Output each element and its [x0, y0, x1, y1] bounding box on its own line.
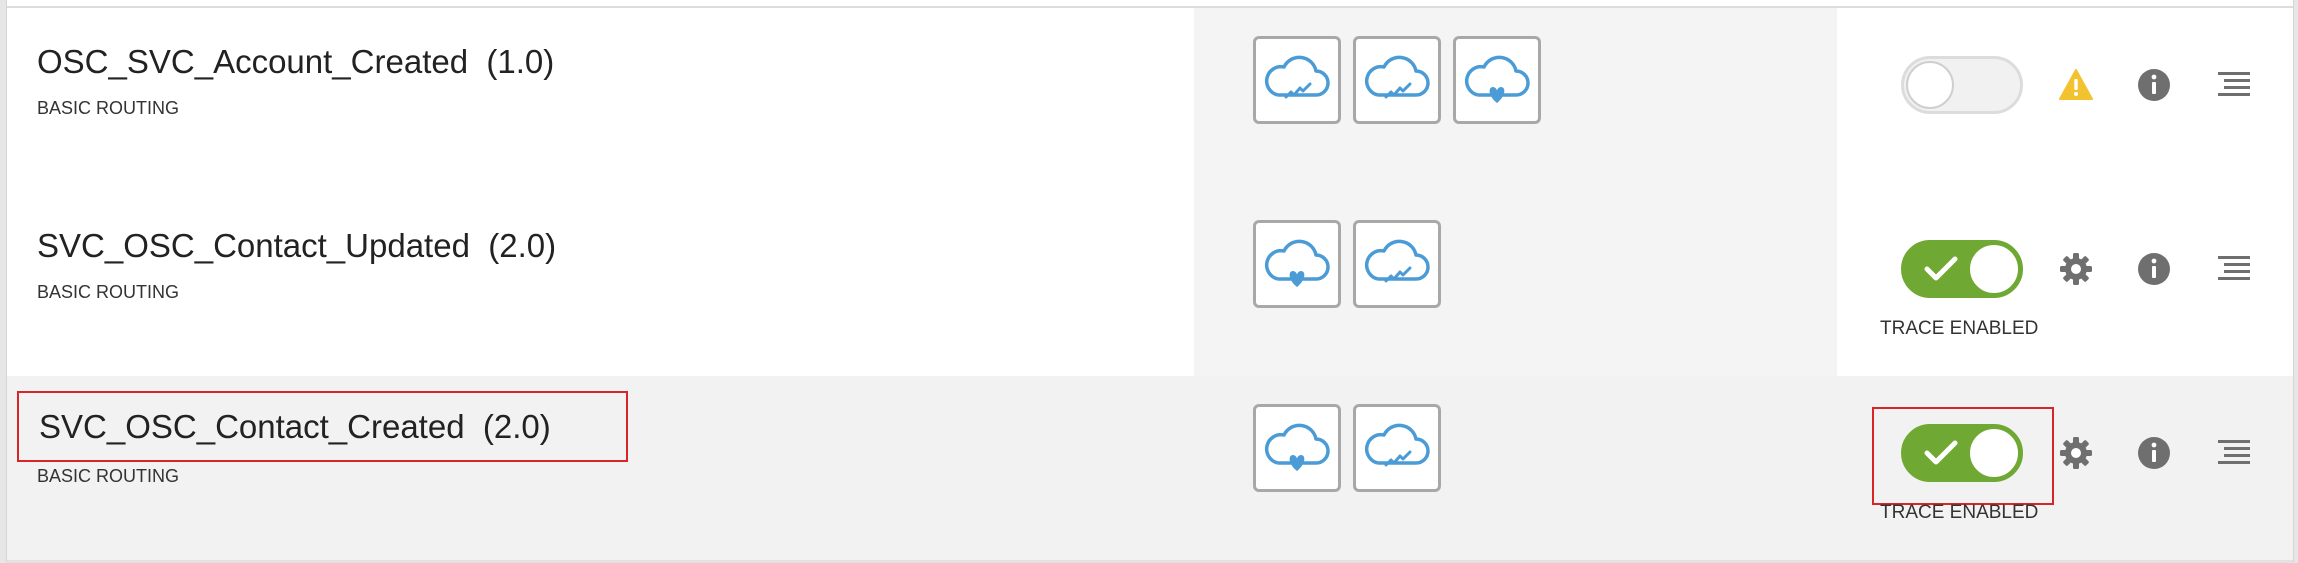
- warning-icon[interactable]: [2057, 66, 2095, 104]
- integration-row[interactable]: OSC_SVC_Account_Created (1.0) BASIC ROUT…: [7, 8, 2293, 195]
- gear-icon[interactable]: [2057, 434, 2095, 472]
- adapter-list: [1253, 220, 1441, 308]
- integration-version: (2.0): [482, 407, 551, 445]
- adapter-list: [1253, 36, 1541, 124]
- integration-name[interactable]: SVC_OSC_Contact_Created: [39, 408, 465, 446]
- cloud-signal-icon: [1365, 55, 1430, 99]
- integration-pattern: BASIC ROUTING: [37, 282, 180, 302]
- integration-pattern: BASIC ROUTING: [37, 466, 180, 486]
- cloud-heart-icon: [1265, 423, 1330, 471]
- trace-status-label: TRACE ENABLED: [1880, 502, 2039, 523]
- checkmark-icon: [1924, 440, 1958, 465]
- integration-name[interactable]: SVC_OSC_Contact_Updated: [37, 227, 470, 265]
- actions-menu-icon[interactable]: [2215, 66, 2253, 104]
- adapter-tile[interactable]: [1353, 404, 1441, 492]
- toggle-knob: [1970, 429, 2018, 477]
- cloud-signal-icon: [1365, 239, 1430, 283]
- integration-name[interactable]: OSC_SVC_Account_Created: [37, 43, 468, 81]
- actions-menu-icon[interactable]: [2215, 434, 2253, 472]
- integration-title[interactable]: OSC_SVC_Account_Created (1.0): [37, 30, 554, 94]
- integration-title[interactable]: SVC_OSC_Contact_Updated (2.0): [37, 214, 556, 278]
- info-icon[interactable]: [2135, 66, 2173, 104]
- info-icon[interactable]: [2135, 434, 2173, 472]
- adapter-list: [1253, 404, 1441, 492]
- toggle-knob: [1906, 61, 1954, 109]
- activation-toggle[interactable]: [1901, 56, 2023, 114]
- cloud-signal-icon: [1365, 423, 1430, 467]
- integration-version: (1.0): [486, 43, 555, 80]
- gear-icon[interactable]: [2057, 250, 2095, 288]
- cloud-heart-icon: [1465, 55, 1530, 103]
- integration-row[interactable]: SVC_OSC_Contact_Updated (2.0) BASIC ROUT…: [7, 192, 2293, 379]
- adapter-tile[interactable]: [1253, 404, 1341, 492]
- adapter-tile[interactable]: [1453, 36, 1541, 124]
- adapter-tile[interactable]: [1253, 36, 1341, 124]
- integrations-list: OSC_SVC_Account_Created (1.0) BASIC ROUT…: [6, 0, 2294, 563]
- integration-row-selected[interactable]: SVC_OSC_Contact_Created (2.0) BASIC ROUT…: [7, 376, 2293, 563]
- integration-title-highlighted[interactable]: SVC_OSC_Contact_Created (2.0): [17, 391, 628, 462]
- integration-version: (2.0): [488, 227, 557, 264]
- integration-pattern: BASIC ROUTING: [37, 98, 180, 118]
- adapter-tile[interactable]: [1253, 220, 1341, 308]
- cloud-heart-icon: [1265, 239, 1330, 287]
- cloud-signal-icon: [1265, 55, 1330, 99]
- trace-status-label: TRACE ENABLED: [1880, 318, 2039, 339]
- activation-toggle[interactable]: [1901, 240, 2023, 298]
- adapter-tile[interactable]: [1353, 36, 1441, 124]
- adapter-tile[interactable]: [1353, 220, 1441, 308]
- checkmark-icon: [1924, 256, 1958, 281]
- activation-toggle[interactable]: [1901, 424, 2023, 482]
- info-icon[interactable]: [2135, 250, 2173, 288]
- actions-menu-icon[interactable]: [2215, 250, 2253, 288]
- toggle-knob: [1970, 245, 2018, 293]
